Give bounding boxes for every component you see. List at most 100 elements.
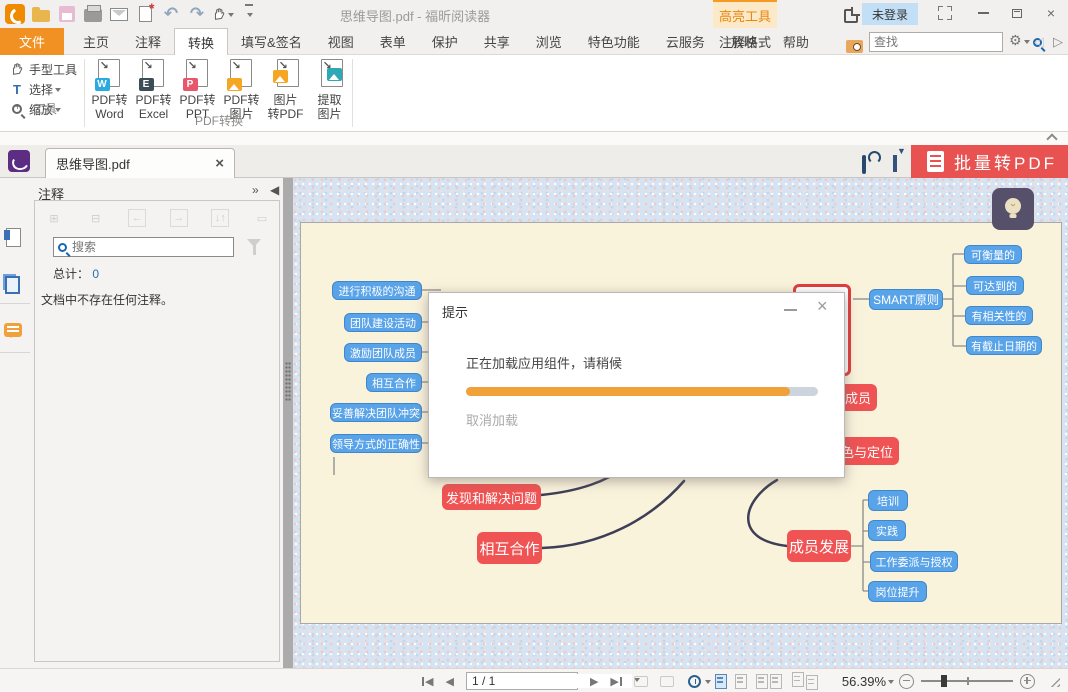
minimize-button[interactable] [966,0,1000,26]
dialog-minimize-icon[interactable] [784,309,797,311]
window-resize-grip[interactable] [1048,675,1060,687]
tab-help[interactable]: 帮助 [770,28,822,55]
dialog-message: 正在加载应用组件，请稍候 [466,353,622,372]
dialog-close-icon[interactable]: × [817,296,828,317]
tab-comment[interactable]: 注释 [122,28,174,55]
hand-tool-button[interactable]: 手型工具 [8,59,82,79]
comments-total: 总计： 0 [53,265,99,282]
tab-share[interactable]: 共享 [471,28,523,55]
gear-icon[interactable]: ⚙ [1009,32,1030,49]
document-canvas: 进行积极的沟通 团队建设活动 激励团队成员 相互合作 妥善解决团队冲突 领导方式… [293,178,1068,668]
zoom-out-icon[interactable] [899,674,914,689]
foxit-reader-window: ↶ ↷ 思维导图.pdf - 福昕阅读器 高亮工具 未登录 × 文件 主页 注释… [0,0,1068,692]
mindmap-node: 相互合作 [477,532,542,564]
tab-protect[interactable]: 保护 [419,28,471,55]
first-page-icon[interactable]: ◀ [422,675,433,688]
last-page-icon[interactable]: ▶ [610,675,621,688]
tab-comment-format[interactable]: 注释格式 [713,28,777,55]
previous-comment-icon[interactable]: ← [128,209,146,227]
filter-comments-icon[interactable] [247,239,261,254]
comment-bubble-icon[interactable]: ▭ [253,209,271,227]
expand-panel-icon[interactable]: » [252,183,259,197]
previous-page-icon[interactable]: ◀ [445,675,453,688]
document-tab-label: 思维导图.pdf [56,154,215,173]
comments-total-value: 0 [92,267,99,281]
tab-file[interactable]: 文件 [0,28,64,55]
loading-dialog: 提示 × 正在加载应用组件，请稍候 取消加载 [428,292,845,478]
zoom-percentage[interactable]: 56.39% [842,674,886,689]
page-number-input[interactable] [467,674,632,688]
cloud-icon[interactable] [862,157,866,172]
autoscroll-clock-icon[interactable] [688,675,701,688]
nav-forward-icon[interactable]: ▷ [1053,34,1063,50]
panel-splitter[interactable] [283,178,293,668]
zoom-in-icon[interactable] [1020,674,1035,689]
tab-form[interactable]: 表单 [367,28,419,55]
nav-back-icon[interactable]: ◁ [1034,34,1044,50]
image-to-pdf-icon [271,59,301,91]
document-tab[interactable]: 思维导图.pdf × [45,148,235,178]
cancel-loading-button[interactable]: 取消加载 [466,410,518,429]
document-tab-bar: 思维导图.pdf × 批量转PDF [0,145,1068,178]
status-bar: ◀ ◀ ▶ ▶ 56.39% [0,668,1068,692]
sort-comments-icon[interactable]: ↓↑ [211,209,229,227]
page-number-box [466,672,578,690]
next-view-icon[interactable] [660,676,674,687]
search-in-files-icon[interactable] [843,35,865,57]
single-page-layout-icon[interactable] [715,674,727,689]
share-hand-icon[interactable] [840,5,862,27]
batch-convert-pdf-button[interactable]: 批量转PDF [911,145,1068,178]
tab-home[interactable]: 主页 [70,28,122,55]
tab-view[interactable]: 视图 [315,28,367,55]
collapse-ribbon-icon[interactable] [1046,133,1057,144]
tab-cloud[interactable]: 云服务 [653,28,718,55]
login-status[interactable]: 未登录 [862,3,918,25]
select-dropdown-icon[interactable] [55,88,61,95]
lightbulb-tip-button[interactable] [992,188,1034,230]
reading-mode-icon[interactable] [8,150,30,172]
save-to-cloud-icon[interactable] [893,155,897,170]
progress-fill [466,387,790,396]
tab-fill-sign[interactable]: 填写&签名 [228,28,315,55]
mindmap-node: 团队建设活动 [344,313,422,332]
batch-doc-icon [927,151,944,172]
zoom-slider[interactable] [921,674,1013,688]
tab-features[interactable]: 特色功能 [575,28,653,55]
mindmap-node: 有相关性的 [965,306,1033,325]
tab-convert[interactable]: 转换 [174,28,228,55]
next-page-icon[interactable]: ▶ [590,675,598,688]
tab-browse[interactable]: 浏览 [523,28,575,55]
close-tab-icon[interactable]: × [215,155,224,172]
zoom-slider-thumb[interactable] [941,675,947,687]
expand-all-comments-icon[interactable]: ⊞ [45,209,63,227]
close-button[interactable]: × [1034,0,1068,26]
select-tool-label: 选择 [29,81,53,98]
progress-bar [466,387,818,396]
select-tool-button[interactable]: T 选择 [8,79,82,99]
collapse-panel-icon[interactable]: ◀ [270,183,279,197]
facing-continuous-layout-icon[interactable] [791,672,819,690]
continuous-layout-icon[interactable] [735,674,747,689]
pdf-to-word-icon: W [95,59,125,91]
collapse-all-comments-icon[interactable]: ⊟ [87,209,105,227]
restore-button[interactable] [1000,0,1034,26]
comment-search-input[interactable] [72,240,229,254]
hand-icon [8,62,26,76]
clock-dropdown-icon[interactable] [705,680,711,687]
facing-layout-icon[interactable] [755,674,783,689]
float-panels-icon[interactable] [928,0,962,26]
bookmarks-panel-icon[interactable] [6,228,21,247]
extract-image-icon [315,59,345,91]
previous-view-icon[interactable] [634,676,648,687]
next-comment-icon[interactable]: → [170,209,188,227]
mindmap-node: 成员发展 [787,530,851,562]
dialog-title: 提示 [442,302,468,321]
contextual-tab-highlight-tools[interactable]: 高亮工具 [713,0,777,28]
ribbon-collapse-strip [0,132,1068,145]
comment-search-wrap [53,237,234,257]
pdf-to-ppt-icon: P [183,59,213,91]
zoom-dropdown-icon[interactable] [888,680,894,687]
page-thumbnails-panel-icon[interactable] [5,276,20,294]
comments-panel-icon[interactable] [4,323,22,337]
mindmap-node: 激励团队成员 [344,343,422,362]
